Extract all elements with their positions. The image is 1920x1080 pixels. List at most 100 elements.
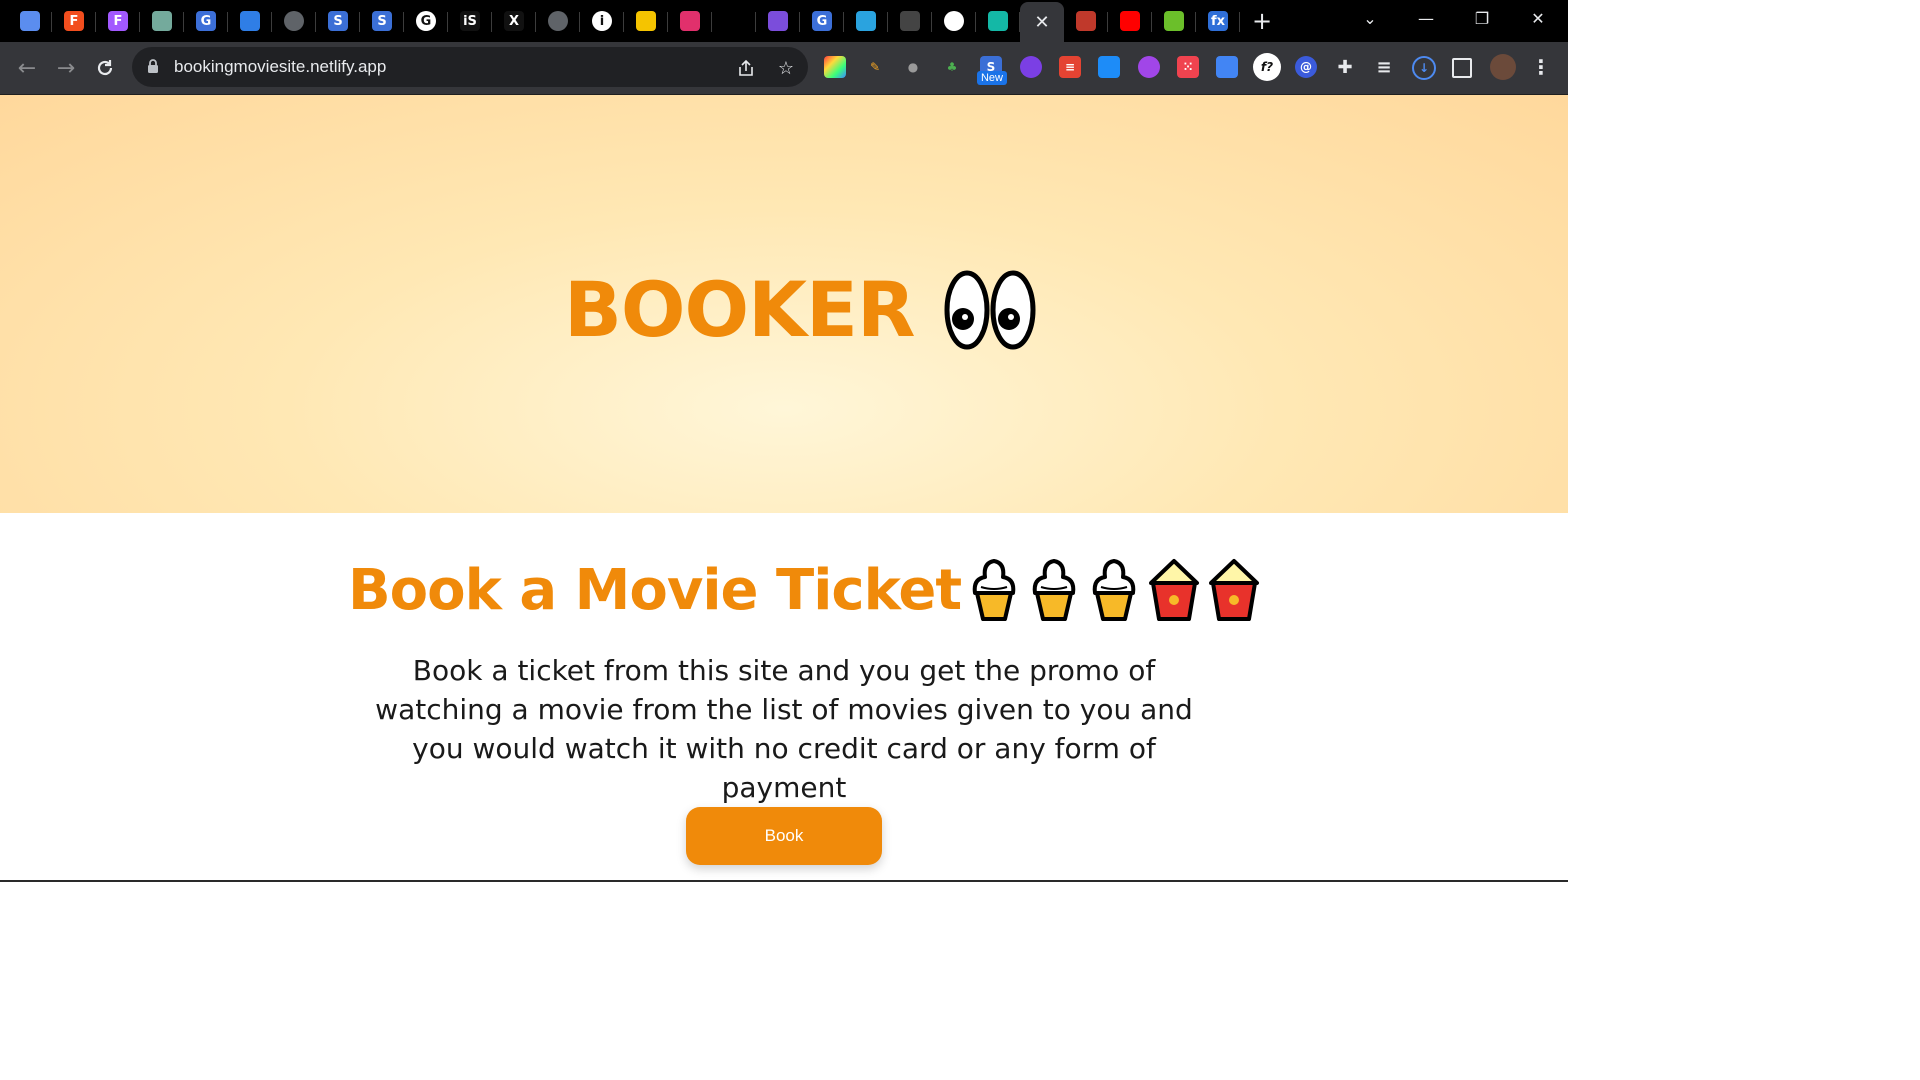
back-button[interactable]: ← <box>13 54 41 82</box>
youtube-icon <box>1120 11 1140 31</box>
tab-1[interactable]: F <box>52 4 96 38</box>
soft-serve-icon <box>1032 559 1076 621</box>
forward-button[interactable]: → <box>52 54 80 82</box>
close-window-button[interactable]: ✕ <box>1512 0 1564 36</box>
tab-9[interactable]: G <box>404 4 448 38</box>
people-icon <box>768 11 788 31</box>
lock-icon <box>148 59 158 73</box>
tab-15[interactable] <box>668 4 712 38</box>
tab-5[interactable] <box>228 4 272 38</box>
page-viewport: BOOKER Book a Movie Ticket Book a ticket… <box>0 95 1568 882</box>
g-circle-icon: G <box>812 11 832 31</box>
tree-extension-icon[interactable]: ♣ <box>941 56 963 78</box>
promo-description: Book a ticket from this site and you get… <box>375 654 1193 804</box>
popcorn-icon <box>1149 559 1200 621</box>
tab-search-icon[interactable]: ⌄ <box>1344 0 1396 36</box>
tab-19[interactable] <box>844 4 888 38</box>
globe-icon <box>548 11 568 31</box>
main-content: Book a Movie Ticket Book a ticket from t… <box>0 513 1568 882</box>
github-icon <box>900 11 920 31</box>
figma-icon: F <box>64 11 84 31</box>
tab-13[interactable]: i <box>580 4 624 38</box>
globe-extension-icon[interactable] <box>1138 56 1160 78</box>
tab-21[interactable] <box>932 4 976 38</box>
butterfly-icon <box>636 11 656 31</box>
taskbar-edge <box>0 880 1568 882</box>
diamond-icon <box>988 11 1008 31</box>
new-badge: New <box>977 71 1007 85</box>
page-title: Book a Movie Ticket <box>348 557 962 623</box>
tab-4[interactable]: G <box>184 4 228 38</box>
tab-8[interactable]: S <box>360 4 404 38</box>
flag-icon <box>1076 11 1096 31</box>
restore-button[interactable]: ❐ <box>1456 0 1508 36</box>
soft-serve-icon <box>1092 559 1136 621</box>
tab-3[interactable] <box>140 4 184 38</box>
tab-after-0[interactable] <box>1064 4 1108 38</box>
instagram-icon <box>680 11 700 31</box>
tab-after-2[interactable] <box>1152 4 1196 38</box>
tab-12[interactable] <box>536 4 580 38</box>
fontanello-extension-icon[interactable]: f? <box>1253 53 1281 81</box>
tab-16[interactable] <box>712 4 756 38</box>
address-bar[interactable]: bookingmoviesite.netlify.app ☆ <box>132 47 808 87</box>
trello-icon <box>240 11 260 31</box>
menu-kebab-icon[interactable]: ⋮ <box>1530 55 1552 79</box>
is-icon: iS <box>460 11 480 31</box>
todoist-extension-icon[interactable]: ≡ <box>1059 56 1081 78</box>
title-row: Book a Movie Ticket <box>348 557 1261 623</box>
chrome-icon <box>944 11 964 31</box>
tab-after-3[interactable]: fx <box>1196 4 1240 38</box>
new-tab-button[interactable]: + <box>1240 4 1284 38</box>
tab-0[interactable] <box>8 4 52 38</box>
screen-extension-icon[interactable] <box>1098 56 1120 78</box>
soft-serve-icon <box>972 559 1016 621</box>
download-arrow-icon <box>1164 11 1184 31</box>
colorzilla-extension-icon[interactable] <box>824 56 846 78</box>
x-icon: X <box>504 11 524 31</box>
tab-7[interactable]: S <box>316 4 360 38</box>
spiral-extension-icon[interactable]: @ <box>1295 56 1317 78</box>
popcorn-icon <box>1209 559 1260 621</box>
minimize-button[interactable]: — <box>1400 0 1452 36</box>
reload-button[interactable] <box>91 54 119 82</box>
eyes-emoji-icon <box>944 270 1036 349</box>
side-panel-icon[interactable] <box>1452 58 1472 78</box>
dots-extension-icon[interactable]: ⁙ <box>1177 56 1199 78</box>
browser-toolbar: ← → bookingmoviesite.netlify.app ☆ ✎ ● ♣… <box>0 42 1568 95</box>
s-logo-icon: S <box>328 11 348 31</box>
book-button[interactable]: Book <box>686 807 882 865</box>
chatgpt-icon <box>152 11 172 31</box>
url-text: bookingmoviesite.netlify.app <box>174 57 387 76</box>
tab-14[interactable] <box>624 4 668 38</box>
tab-after-1[interactable] <box>1108 4 1152 38</box>
share-icon[interactable] <box>734 56 758 80</box>
extensions-puzzle-icon[interactable]: ✚ <box>1334 56 1356 78</box>
tab-2[interactable]: F <box>96 4 140 38</box>
mouse-extension-icon[interactable]: ● <box>902 56 924 78</box>
tab-22[interactable] <box>976 4 1020 38</box>
figma-icon: F <box>108 11 128 31</box>
telegram-icon <box>856 11 876 31</box>
bookmark-star-icon[interactable]: ☆ <box>774 56 798 80</box>
pen-extension-icon[interactable]: ✎ <box>864 56 886 78</box>
g-circle-icon: G <box>196 11 216 31</box>
profile-avatar[interactable] <box>1490 54 1516 80</box>
shield-extension-icon[interactable] <box>1020 56 1042 78</box>
blank-icon <box>724 11 744 31</box>
tab-6[interactable] <box>272 4 316 38</box>
tab-18[interactable]: G <box>800 4 844 38</box>
docs-extension-icon[interactable] <box>1216 56 1238 78</box>
tab-17[interactable] <box>756 4 800 38</box>
tab-11[interactable]: X <box>492 4 536 38</box>
fx-icon: fx <box>1208 11 1228 31</box>
hero-banner: BOOKER <box>0 95 1568 513</box>
tab-10[interactable]: iS <box>448 4 492 38</box>
close-tab-icon[interactable]: ✕ <box>1034 12 1049 33</box>
tab-active[interactable]: ✕ <box>1020 2 1064 42</box>
tab-20[interactable] <box>888 4 932 38</box>
download-icon[interactable]: ↓ <box>1412 56 1436 80</box>
media-control-icon[interactable]: ≡ <box>1373 56 1395 78</box>
gear-hex-icon <box>20 11 40 31</box>
brand-title: BOOKER <box>564 265 915 354</box>
